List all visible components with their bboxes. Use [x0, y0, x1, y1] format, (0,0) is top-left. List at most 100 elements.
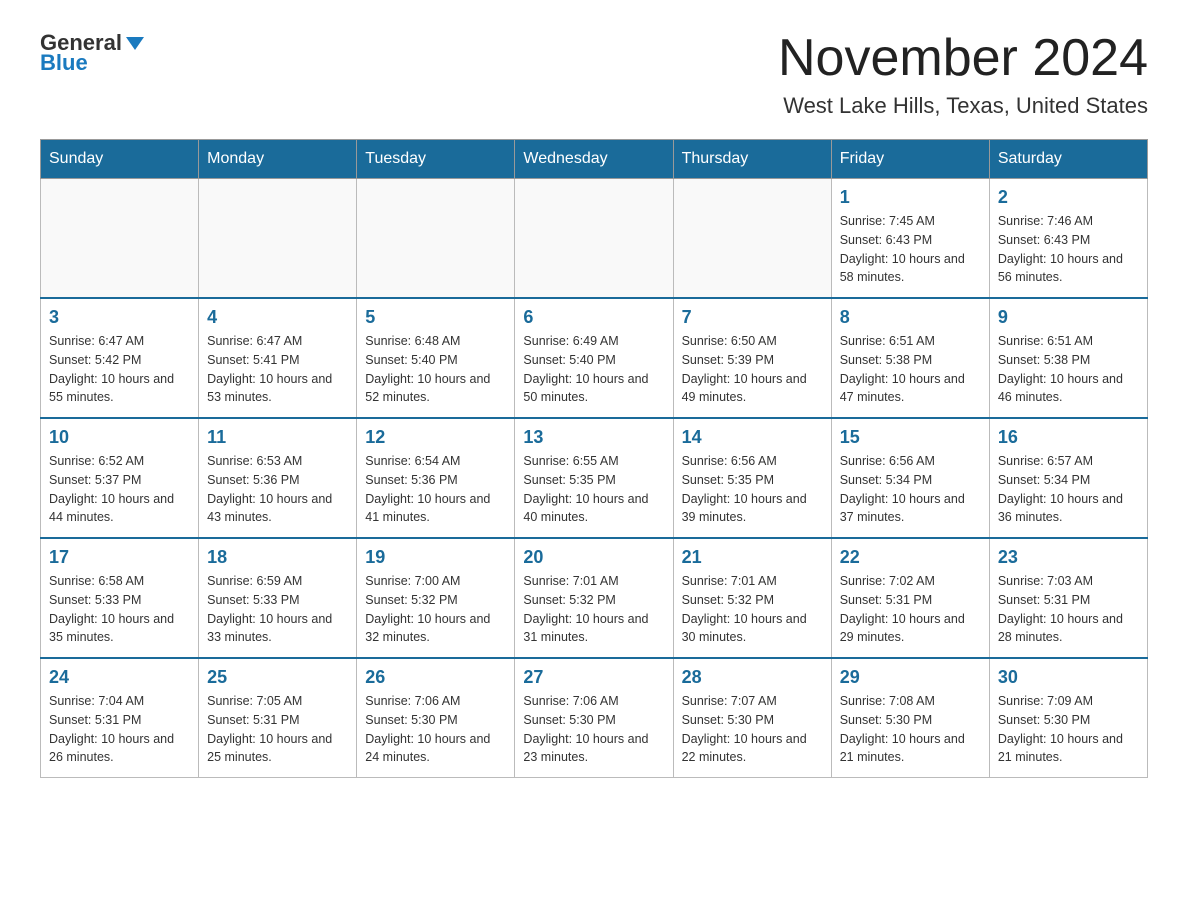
- day-number: 20: [523, 547, 664, 568]
- calendar-cell: 7 Sunrise: 6:50 AM Sunset: 5:39 PM Daylig…: [673, 298, 831, 418]
- sun-info: Sunrise: 6:50 AM Sunset: 5:39 PM Dayligh…: [682, 332, 823, 407]
- sun-info: Sunrise: 6:56 AM Sunset: 5:35 PM Dayligh…: [682, 452, 823, 527]
- sun-info: Sunrise: 7:45 AM Sunset: 6:43 PM Dayligh…: [840, 212, 981, 287]
- calendar-cell: 21 Sunrise: 7:01 AM Sunset: 5:32 PM Dayli…: [673, 538, 831, 658]
- calendar-cell: [673, 179, 831, 299]
- sun-info: Sunrise: 7:08 AM Sunset: 5:30 PM Dayligh…: [840, 692, 981, 767]
- location-title: West Lake Hills, Texas, United States: [778, 93, 1148, 119]
- calendar-cell: 28 Sunrise: 7:07 AM Sunset: 5:30 PM Dayli…: [673, 658, 831, 778]
- page-header: General Blue November 2024 West Lake Hil…: [40, 30, 1148, 119]
- calendar-cell: 29 Sunrise: 7:08 AM Sunset: 5:30 PM Dayli…: [831, 658, 989, 778]
- day-number: 25: [207, 667, 348, 688]
- logo: General Blue: [40, 30, 146, 76]
- calendar-cell: 26Sunrise: 7:06 AM Sunset: 5:30 PM Dayli…: [357, 658, 515, 778]
- calendar-cell: 3 Sunrise: 6:47 AM Sunset: 5:42 PM Daylig…: [41, 298, 199, 418]
- calendar-cell: 9Sunrise: 6:51 AM Sunset: 5:38 PM Daylig…: [989, 298, 1147, 418]
- calendar-cell: 13 Sunrise: 6:55 AM Sunset: 5:35 PM Dayli…: [515, 418, 673, 538]
- day-number: 13: [523, 427, 664, 448]
- calendar-cell: 1 Sunrise: 7:45 AM Sunset: 6:43 PM Daylig…: [831, 179, 989, 299]
- day-number: 18: [207, 547, 348, 568]
- calendar-cell: 25 Sunrise: 7:05 AM Sunset: 5:31 PM Dayli…: [199, 658, 357, 778]
- day-number: 15: [840, 427, 981, 448]
- calendar-week-row: 3 Sunrise: 6:47 AM Sunset: 5:42 PM Daylig…: [41, 298, 1148, 418]
- day-number: 9: [998, 307, 1139, 328]
- day-number: 10: [49, 427, 190, 448]
- logo-blue-text: Blue: [40, 50, 88, 76]
- calendar-cell: 20 Sunrise: 7:01 AM Sunset: 5:32 PM Dayli…: [515, 538, 673, 658]
- sun-info: Sunrise: 7:05 AM Sunset: 5:31 PM Dayligh…: [207, 692, 348, 767]
- sun-info: Sunrise: 7:07 AM Sunset: 5:30 PM Dayligh…: [682, 692, 823, 767]
- day-number: 11: [207, 427, 348, 448]
- day-number: 16: [998, 427, 1139, 448]
- day-number: 8: [840, 307, 981, 328]
- calendar-cell: 24 Sunrise: 7:04 AM Sunset: 5:31 PM Dayli…: [41, 658, 199, 778]
- sun-info: Sunrise: 7:03 AM Sunset: 5:31 PM Dayligh…: [998, 572, 1139, 647]
- weekday-header-sunday: Sunday: [41, 140, 199, 179]
- day-number: 23: [998, 547, 1139, 568]
- sun-info: Sunrise: 6:58 AM Sunset: 5:33 PM Dayligh…: [49, 572, 190, 647]
- day-number: 17: [49, 547, 190, 568]
- day-number: 24: [49, 667, 190, 688]
- sun-info: Sunrise: 7:06 AM Sunset: 5:30 PM Dayligh…: [523, 692, 664, 767]
- month-title: November 2024: [778, 30, 1148, 87]
- sun-info: Sunrise: 7:01 AM Sunset: 5:32 PM Dayligh…: [523, 572, 664, 647]
- calendar-cell: [199, 179, 357, 299]
- calendar-cell: 10Sunrise: 6:52 AM Sunset: 5:37 PM Dayli…: [41, 418, 199, 538]
- calendar-week-row: 10Sunrise: 6:52 AM Sunset: 5:37 PM Dayli…: [41, 418, 1148, 538]
- calendar-cell: 17 Sunrise: 6:58 AM Sunset: 5:33 PM Dayli…: [41, 538, 199, 658]
- sun-info: Sunrise: 7:01 AM Sunset: 5:32 PM Dayligh…: [682, 572, 823, 647]
- day-number: 2: [998, 187, 1139, 208]
- day-number: 12: [365, 427, 506, 448]
- title-area: November 2024 West Lake Hills, Texas, Un…: [778, 30, 1148, 119]
- day-number: 19: [365, 547, 506, 568]
- sun-info: Sunrise: 7:04 AM Sunset: 5:31 PM Dayligh…: [49, 692, 190, 767]
- calendar-cell: 27 Sunrise: 7:06 AM Sunset: 5:30 PM Dayli…: [515, 658, 673, 778]
- calendar-cell: 18 Sunrise: 6:59 AM Sunset: 5:33 PM Dayli…: [199, 538, 357, 658]
- sun-info: Sunrise: 6:56 AM Sunset: 5:34 PM Dayligh…: [840, 452, 981, 527]
- weekday-header-wednesday: Wednesday: [515, 140, 673, 179]
- day-number: 7: [682, 307, 823, 328]
- calendar-cell: 14 Sunrise: 6:56 AM Sunset: 5:35 PM Dayli…: [673, 418, 831, 538]
- logo-arrow-icon: [124, 32, 146, 54]
- sun-info: Sunrise: 6:54 AM Sunset: 5:36 PM Dayligh…: [365, 452, 506, 527]
- calendar-week-row: 24 Sunrise: 7:04 AM Sunset: 5:31 PM Dayli…: [41, 658, 1148, 778]
- sun-info: Sunrise: 6:55 AM Sunset: 5:35 PM Dayligh…: [523, 452, 664, 527]
- sun-info: Sunrise: 6:48 AM Sunset: 5:40 PM Dayligh…: [365, 332, 506, 407]
- day-number: 30: [998, 667, 1139, 688]
- calendar-cell: 8Sunrise: 6:51 AM Sunset: 5:38 PM Daylig…: [831, 298, 989, 418]
- sun-info: Sunrise: 6:49 AM Sunset: 5:40 PM Dayligh…: [523, 332, 664, 407]
- calendar-cell: 11Sunrise: 6:53 AM Sunset: 5:36 PM Dayli…: [199, 418, 357, 538]
- sun-info: Sunrise: 6:59 AM Sunset: 5:33 PM Dayligh…: [207, 572, 348, 647]
- day-number: 3: [49, 307, 190, 328]
- sun-info: Sunrise: 6:57 AM Sunset: 5:34 PM Dayligh…: [998, 452, 1139, 527]
- day-number: 1: [840, 187, 981, 208]
- day-number: 29: [840, 667, 981, 688]
- day-number: 21: [682, 547, 823, 568]
- weekday-header-tuesday: Tuesday: [357, 140, 515, 179]
- calendar-week-row: 17 Sunrise: 6:58 AM Sunset: 5:33 PM Dayli…: [41, 538, 1148, 658]
- sun-info: Sunrise: 7:06 AM Sunset: 5:30 PM Dayligh…: [365, 692, 506, 767]
- weekday-header-saturday: Saturday: [989, 140, 1147, 179]
- sun-info: Sunrise: 7:09 AM Sunset: 5:30 PM Dayligh…: [998, 692, 1139, 767]
- calendar-cell: 30 Sunrise: 7:09 AM Sunset: 5:30 PM Dayli…: [989, 658, 1147, 778]
- weekday-header-thursday: Thursday: [673, 140, 831, 179]
- calendar-week-row: 1 Sunrise: 7:45 AM Sunset: 6:43 PM Daylig…: [41, 179, 1148, 299]
- weekday-header-friday: Friday: [831, 140, 989, 179]
- day-number: 27: [523, 667, 664, 688]
- sun-info: Sunrise: 6:47 AM Sunset: 5:42 PM Dayligh…: [49, 332, 190, 407]
- calendar-cell: [357, 179, 515, 299]
- calendar-cell: 16 Sunrise: 6:57 AM Sunset: 5:34 PM Dayli…: [989, 418, 1147, 538]
- day-number: 6: [523, 307, 664, 328]
- day-number: 22: [840, 547, 981, 568]
- weekday-header-monday: Monday: [199, 140, 357, 179]
- calendar-cell: 6 Sunrise: 6:49 AM Sunset: 5:40 PM Daylig…: [515, 298, 673, 418]
- sun-info: Sunrise: 7:46 AM Sunset: 6:43 PM Dayligh…: [998, 212, 1139, 287]
- day-number: 28: [682, 667, 823, 688]
- calendar-table: SundayMondayTuesdayWednesdayThursdayFrid…: [40, 139, 1148, 778]
- sun-info: Sunrise: 7:02 AM Sunset: 5:31 PM Dayligh…: [840, 572, 981, 647]
- weekday-header-row: SundayMondayTuesdayWednesdayThursdayFrid…: [41, 140, 1148, 179]
- calendar-cell: 22 Sunrise: 7:02 AM Sunset: 5:31 PM Dayli…: [831, 538, 989, 658]
- calendar-cell: 4Sunrise: 6:47 AM Sunset: 5:41 PM Daylig…: [199, 298, 357, 418]
- calendar-cell: 15 Sunrise: 6:56 AM Sunset: 5:34 PM Dayli…: [831, 418, 989, 538]
- day-number: 14: [682, 427, 823, 448]
